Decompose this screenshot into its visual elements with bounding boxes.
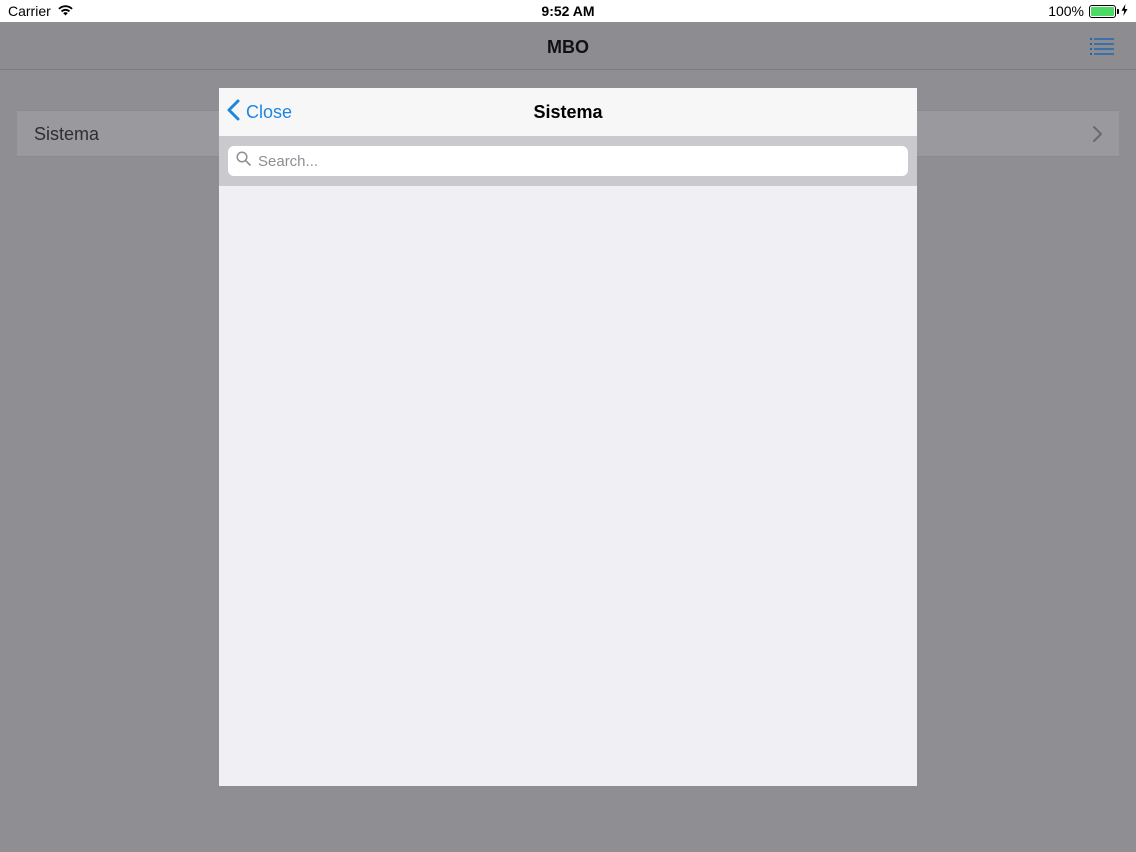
app-title: MBO [547,37,589,57]
search-bar [219,136,917,186]
list-menu-icon[interactable] [1090,37,1114,55]
app-navigation-bar: MBO [0,22,1136,70]
status-time: 9:52 AM [541,3,595,19]
modal-sheet: Close Sistema [219,88,917,786]
status-right: 100% [1048,3,1128,19]
battery-percent: 100% [1048,3,1084,19]
modal-navigation-bar: Close Sistema [219,88,917,136]
results-list [219,186,917,786]
screen: Carrier 9:52 AM 100% MBO Sistema Close S… [0,0,1136,852]
modal-title: Sistema [533,102,603,122]
list-item-label: Sistema [34,124,100,144]
chevron-right-icon [1093,126,1102,142]
status-bar: Carrier 9:52 AM 100% [0,0,1136,22]
search-field[interactable] [228,146,908,176]
search-input[interactable] [258,152,898,170]
battery-icon [1089,4,1119,18]
charging-bolt-icon [1121,3,1128,19]
battery-fill [1091,6,1114,16]
search-icon [236,151,251,171]
battery-nub [1117,8,1119,14]
